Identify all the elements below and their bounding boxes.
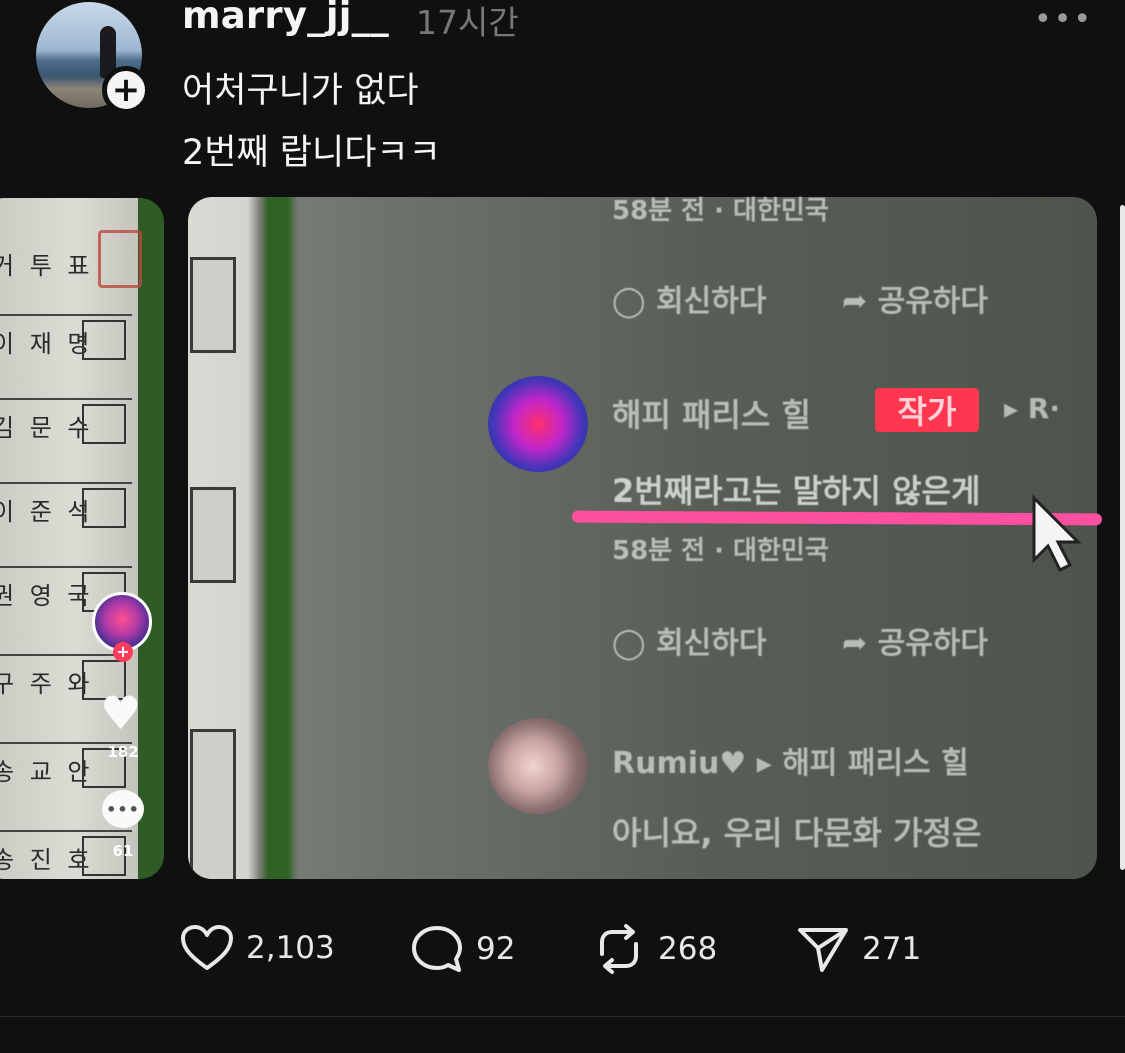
mini-heart-icon[interactable]: ♥ — [100, 690, 141, 736]
ballot-row: 거 투 표 — [0, 252, 94, 280]
like-button[interactable]: 2,103 — [180, 924, 335, 972]
repost-count: 268 — [658, 931, 718, 967]
like-count: 2,103 — [246, 930, 335, 966]
share-icon: ➦ — [842, 284, 868, 319]
frame-panel — [190, 487, 236, 583]
post-timestamp: 17시간 — [416, 3, 519, 42]
send-icon — [798, 928, 848, 972]
comment-author: 해피 패리스 힐 — [612, 396, 811, 434]
comment-count: 92 — [476, 931, 516, 967]
mini-follow-plus-icon[interactable]: + — [113, 642, 133, 662]
mini-comment-icon[interactable]: ••• — [102, 790, 144, 828]
comment-author: Rumiu♥ ▸ 해피 패리스 힐 — [612, 746, 969, 781]
commenter-avatar — [488, 718, 588, 814]
post-divider — [0, 1016, 1125, 1017]
comment-reply-target: ▸ R· — [1004, 392, 1060, 425]
more-options-icon[interactable]: ••• — [1034, 2, 1093, 37]
follow-plus-icon[interactable]: + — [102, 66, 150, 114]
author-badge: 작가 — [875, 388, 979, 432]
post-text-line-1: 어처구니가 없다 — [182, 71, 419, 111]
share-icon: ➦ — [842, 626, 868, 661]
comment-text: 2번째라고는 말하지 않은게 — [612, 472, 981, 510]
commenter-avatar — [488, 376, 588, 472]
share-count: 271 — [862, 931, 922, 967]
media-thumbnail-left[interactable]: 거 투 표 이 재 명 김 문 수 이 준 석 권 영 국 구 주 와 송 교 … — [0, 198, 164, 879]
ballot-row: 김 문 수 — [0, 398, 132, 444]
mini-like-count: 182 — [107, 743, 139, 761]
comment-meta-top: 58분 전 · 대한민국 — [612, 196, 829, 226]
share-action: ➦ 공유하다 — [842, 626, 988, 661]
share-button[interactable]: 271 — [796, 924, 921, 974]
comment-button[interactable]: 92 — [410, 924, 515, 974]
reply-icon: ◯ — [612, 284, 646, 319]
next-media-edge[interactable] — [1120, 205, 1125, 870]
ballot-row: 이 재 명 — [0, 314, 132, 360]
frame-panel — [190, 729, 236, 879]
ballot-row: 이 준 석 — [0, 482, 132, 528]
comment-text: 아니요, 우리 다문화 가정은 — [612, 814, 982, 852]
comment-meta: 58분 전 · 대한민국 — [612, 536, 829, 566]
reply-action: ◯ 회신하다 — [612, 626, 767, 661]
post-text-line-2: 2번째 랍니다ㅋㅋ — [182, 133, 441, 173]
reply-action: ◯ 회신하다 — [612, 284, 767, 319]
mouse-cursor-icon — [1032, 494, 1082, 572]
repost-button[interactable]: 268 — [592, 924, 717, 974]
share-action: ➦ 공유하다 — [842, 284, 988, 319]
heart-icon — [181, 925, 233, 970]
reply-icon: ◯ — [612, 626, 646, 661]
ballot-image: 거 투 표 이 재 명 김 문 수 이 준 석 권 영 국 구 주 와 송 교 … — [0, 198, 142, 879]
repost-icon — [600, 924, 638, 974]
frame-panel — [190, 257, 236, 353]
comment-icon — [412, 926, 462, 972]
mini-comment-count: 61 — [112, 842, 134, 860]
username[interactable]: marry_jj__ — [182, 0, 389, 37]
